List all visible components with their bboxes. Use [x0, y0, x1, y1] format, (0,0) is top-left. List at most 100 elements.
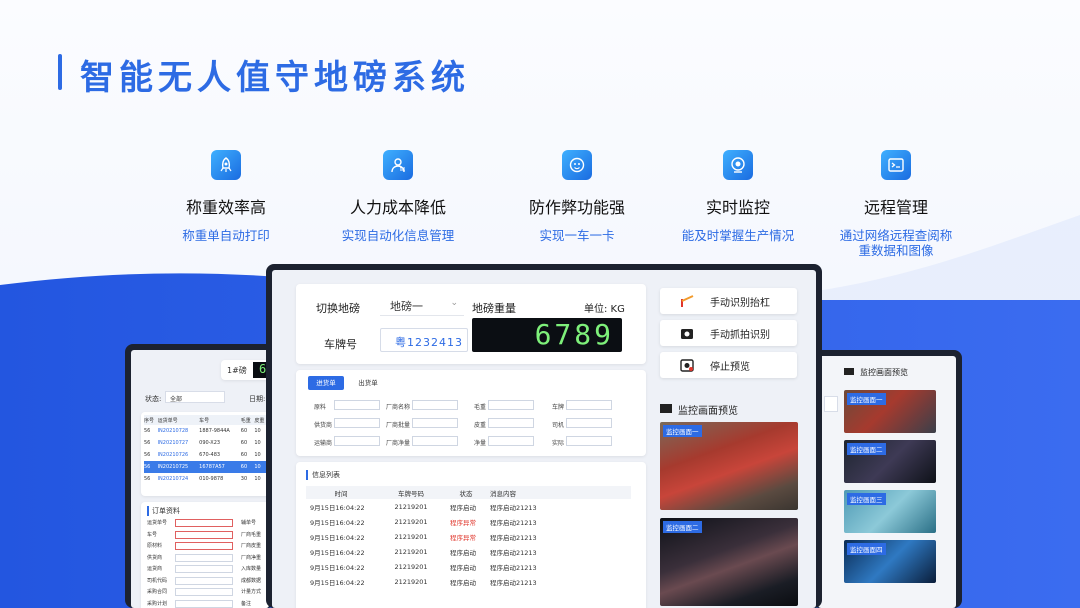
plate-input[interactable]: 粤1232413: [380, 328, 468, 352]
cell-time: 9月15日16:04:22: [310, 533, 365, 542]
field-label: 厂商皮重: [241, 543, 262, 549]
field-label: 司机: [552, 422, 565, 429]
monitor-title: 监控画面预览: [860, 368, 908, 377]
col-header: 序号: [144, 417, 155, 424]
table-row[interactable]: 9月15日16:04:22 21219201 程序异常 程序启动21213: [306, 529, 631, 544]
cell-message: 程序启动21213: [490, 518, 537, 527]
button-label: 手动识别抬杠: [710, 297, 770, 309]
camera-label: 监控画面四: [847, 543, 886, 555]
cell-message: 程序启动21213: [490, 563, 537, 572]
form-input[interactable]: [566, 436, 612, 446]
form-input[interactable]: [488, 400, 534, 410]
user-card-icon: [383, 150, 413, 180]
field-label: 厂商净重: [241, 554, 262, 561]
camera-feed-3[interactable]: 监控画面三: [844, 490, 936, 533]
col-header: 时间: [306, 486, 376, 499]
camera-label: 监控画面二: [663, 521, 702, 533]
order-input[interactable]: [175, 565, 233, 573]
camera-feed-1[interactable]: 监控画面一: [844, 390, 936, 433]
form-input[interactable]: [412, 418, 458, 428]
feature-subtitle: 能及时掌握生产情况: [681, 228, 795, 243]
feature-3: 防作弊功能强 实现一车一卡: [492, 150, 662, 243]
camera-feed-2[interactable]: 监控画面二: [660, 518, 798, 606]
table-row[interactable]: 9月15日16:04:22 21219201 程序启动 程序启动21213: [306, 544, 631, 559]
field-label: 净量: [474, 440, 487, 447]
col-header: 运货单号: [157, 417, 178, 424]
order-input[interactable]: [175, 530, 233, 539]
table-row[interactable]: 9月15日16:04:22 21219201 程序异常 程序启动21213: [306, 514, 631, 529]
form-input[interactable]: [334, 418, 380, 428]
feature-subtitle: 称重单自动打印: [182, 228, 270, 243]
feature-1: 称重效率高 称重单自动打印: [141, 150, 311, 243]
order-title: 订单资料: [147, 506, 180, 516]
info-list-panel: 信息列表 时间 车牌号码 状态 消息内容 9月15日16:04:22 21219…: [296, 462, 646, 608]
order-input[interactable]: [175, 553, 233, 562]
stop-preview-button[interactable]: 停止预览: [660, 352, 797, 378]
table-row[interactable]: 9月15日16:04:22 21219201 程序启动 程序启动21213: [306, 559, 631, 574]
table-row-selected[interactable]: 56 IN20210725 16787A57 60 10: [144, 461, 268, 473]
button-label: 手动抓拍识别: [710, 329, 770, 341]
scale-weight-label: 地磅重量: [472, 302, 516, 315]
field-label: 成都数据: [241, 577, 262, 584]
tab-inbound[interactable]: 进货单: [308, 376, 344, 390]
camera-feed-2[interactable]: 监控画面二: [844, 440, 936, 483]
cell-plate: 21219201: [394, 562, 428, 571]
cell: 56: [144, 476, 151, 482]
cell-plate: 21219201: [394, 502, 428, 511]
form-input[interactable]: [412, 400, 458, 410]
status-select[interactable]: 全部: [165, 391, 225, 403]
shield-lock-icon: [562, 150, 592, 180]
cell-time: 9月15日16:04:22: [310, 563, 365, 572]
form-input[interactable]: [488, 418, 534, 428]
camera-feed-4[interactable]: 监控画面四: [844, 540, 936, 583]
form-input[interactable]: [566, 400, 612, 410]
button-label: 停止预览: [710, 361, 750, 373]
table-row[interactable]: 56 IN20210728 1887-9844A 60 10: [144, 425, 268, 437]
camera-icon: [680, 326, 694, 340]
title-accent-bar: [58, 54, 62, 90]
cell-plate: 21219201: [394, 532, 428, 541]
main-monitor: 切换地磅 地磅一 ⌄ 地磅重量 单位: KG 车牌号 粤1232413 6789…: [266, 264, 822, 608]
form-input[interactable]: [566, 418, 612, 428]
table-row[interactable]: 9月15日16:04:22 21219201 程序启动 程序启动21213: [306, 499, 631, 514]
cell-status: 程序启动: [450, 548, 476, 557]
order-input[interactable]: [175, 599, 233, 608]
scale-select[interactable]: 地磅一 ⌄: [380, 294, 464, 316]
switch-scale-label: 切换地磅: [316, 302, 360, 315]
camera-feed-1[interactable]: 监控画面一: [660, 422, 798, 510]
feature-5: 远程管理 通过网络远程查阅称 重数据和图像: [811, 150, 981, 258]
terminal-icon: [881, 150, 911, 180]
field-label: 原料: [314, 404, 327, 411]
col-header: 消息内容: [486, 486, 631, 499]
cell-status: 程序启动: [450, 503, 476, 512]
field-label: 供货商: [314, 422, 333, 429]
form-input[interactable]: [488, 436, 534, 446]
form-input[interactable]: [334, 400, 380, 410]
order-input[interactable]: [175, 542, 233, 550]
field-label: 辅单号: [241, 520, 257, 526]
order-detail-panel: 订单资料 运货单号 车号 原材料 供货商 运货商 司机代码 采购合同 采购计划: [141, 502, 269, 608]
order-input[interactable]: [175, 519, 233, 527]
cell: IN20210725: [157, 464, 189, 470]
col-header: 车牌号码: [376, 486, 446, 499]
order-input[interactable]: [175, 576, 233, 585]
form-input[interactable]: [412, 436, 458, 446]
form-input[interactable]: [334, 436, 380, 446]
cell-plate: 21219201: [394, 517, 428, 526]
table-row[interactable]: 56 IN20210724 010-9878 30 10: [144, 473, 268, 485]
order-input[interactable]: [175, 588, 233, 596]
camera-label: 监控画面二: [847, 443, 886, 455]
field-label: 毛重: [474, 404, 487, 411]
field-label: 皮重: [474, 422, 487, 429]
camera-lens-icon: [723, 150, 753, 180]
right-screen: 监控画面预览 监控画面一 监控画面二 监控画面三 监控画面四: [818, 356, 956, 608]
table-row[interactable]: 56 IN20210726 670-483 60 10: [144, 449, 268, 461]
table-row[interactable]: 56 IN20210727 090-X23 60 10: [144, 437, 268, 449]
tab-outbound[interactable]: 出货单: [350, 376, 386, 390]
cell: 56: [144, 464, 151, 470]
feature-title: 实时监控: [705, 198, 770, 217]
manual-capture-button[interactable]: 手动抓拍识别: [660, 320, 797, 346]
table-row[interactable]: 9月15日16:04:22 21219201 程序启动 程序启动21213: [306, 574, 631, 589]
field-label: 入库数量: [241, 566, 262, 572]
manual-barrier-button[interactable]: 手动识别抬杠: [660, 288, 797, 314]
